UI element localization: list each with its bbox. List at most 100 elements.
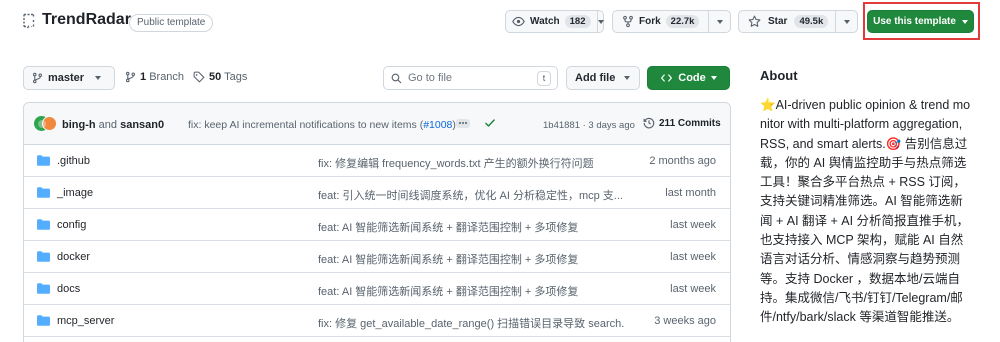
branches-label: Branch (149, 71, 185, 83)
file-commit-time: last week (670, 283, 716, 295)
star-label: Star (768, 16, 788, 27)
watch-button-group: Watch 182 (505, 10, 604, 33)
tag-icon (193, 71, 205, 83)
table-row[interactable]: .github fix: 修复编辑 frequency_words.txt 产生… (24, 145, 730, 177)
branch-name: master (48, 72, 85, 84)
tags-label: Tags (224, 71, 248, 83)
file-commit-time: 2 months ago (649, 155, 716, 167)
file-name[interactable]: config (57, 219, 86, 231)
file-commit-time: last week (670, 251, 716, 263)
commit-message-text: fix: keep AI incremental notifications t… (188, 119, 424, 131)
folder-icon (37, 187, 50, 198)
commit-author-1[interactable]: bing-h (62, 119, 96, 131)
chevron-down-icon (95, 76, 102, 80)
about-heading: About (760, 68, 798, 83)
commit-authors-and: and (98, 119, 118, 131)
file-commit-message[interactable]: fix: 修复 get_available_date_range() 扫描错误目… (318, 315, 624, 331)
file-name[interactable]: .github (57, 155, 90, 167)
check-icon[interactable] (484, 117, 496, 129)
file-commit-time: 3 weeks ago (654, 315, 716, 327)
branches-link[interactable]: 1 Branch (125, 71, 184, 83)
file-commit-message[interactable]: fix: 修复编辑 frequency_words.txt 产生的额外换行符问题 (318, 155, 594, 171)
table-row[interactable]: _image feat: 引入统一时间线调度系统，优化 AI 分析稳定性，mcp… (24, 177, 730, 209)
star-icon (748, 15, 761, 27)
branch-select-button[interactable]: master (23, 66, 115, 90)
star-count: 49.5k (794, 15, 829, 28)
history-icon (643, 117, 655, 129)
fork-icon (623, 15, 633, 28)
folder-icon (37, 155, 50, 166)
branch-icon (125, 71, 136, 83)
file-commit-time: last month (665, 187, 716, 199)
file-name[interactable]: _image (57, 187, 93, 199)
branch-icon (32, 72, 43, 84)
chevron-down-icon (716, 19, 723, 24)
commit-expand-button[interactable] (456, 119, 470, 128)
search-icon (391, 73, 402, 83)
branches-count: 1 (140, 71, 147, 83)
go-to-file-input[interactable]: Go to file t (383, 66, 558, 90)
chevron-down-icon (961, 19, 968, 24)
repo-header: TrendRadar Public template Watch 182 For… (0, 0, 1000, 44)
file-commit-time: last week (670, 219, 716, 231)
table-row[interactable]: docs feat: AI 智能筛选新闻系统 + 翻译范围控制 + 多项修复 l… (24, 273, 730, 305)
chevron-down-icon (710, 76, 717, 80)
eye-icon (512, 16, 525, 27)
commits-count-label: 211 Commits (659, 117, 721, 129)
add-file-label: Add file (575, 72, 616, 84)
repo-template-icon (23, 13, 35, 29)
file-commit-message[interactable]: feat: AI 智能筛选新闻系统 + 翻译范围控制 + 多项修复 (318, 251, 578, 267)
fork-button[interactable]: Fork 22.7k (613, 11, 708, 32)
folder-icon (37, 219, 50, 230)
chevron-down-icon (624, 76, 631, 80)
about-description: ⭐AI-driven public opinion & trend monito… (760, 98, 971, 325)
file-commit-message[interactable]: feat: AI 智能筛选新闻系统 + 翻译范围控制 + 多项修复 (318, 283, 578, 299)
avatar-overlay (38, 120, 46, 128)
commit-pr-link[interactable]: #1008 (423, 119, 452, 131)
fork-button-group: Fork 22.7k (612, 10, 731, 33)
table-row[interactable]: mcp_server fix: 修复 get_available_date_ra… (24, 305, 730, 337)
fork-dropdown[interactable] (708, 11, 730, 32)
latest-commit-bar: bing-h and sansan0 fix: keep AI incremen… (24, 103, 730, 145)
file-commit-message[interactable]: feat: AI 智能筛选新闻系统 + 翻译范围控制 + 多项修复 (318, 219, 578, 235)
commit-avatars[interactable] (34, 116, 58, 134)
folder-icon (37, 251, 50, 262)
star-dropdown[interactable] (835, 11, 857, 32)
use-template-label: Use this template (873, 16, 956, 27)
commit-author-2[interactable]: sansan0 (120, 119, 164, 131)
code-label: Code (678, 72, 706, 84)
star-button[interactable]: Star 49.5k (739, 11, 835, 32)
table-row[interactable]: docker feat: AI 智能筛选新闻系统 + 翻译范围控制 + 多项修复… (24, 241, 730, 273)
tags-count: 50 (209, 71, 222, 83)
repo-name[interactable]: TrendRadar (42, 11, 131, 29)
file-table: bing-h and sansan0 fix: keep AI incremen… (23, 102, 731, 342)
watch-dropdown[interactable] (596, 11, 604, 32)
keyboard-shortcut-badge: t (537, 71, 551, 86)
chevron-down-icon (843, 19, 850, 24)
file-name[interactable]: mcp_server (57, 315, 114, 327)
file-name[interactable]: docker (57, 251, 90, 263)
commit-authors: bing-h and sansan0 (62, 119, 164, 131)
file-name[interactable]: docs (57, 283, 80, 295)
go-to-file-placeholder: Go to file (408, 72, 453, 84)
watch-label: Watch (530, 16, 560, 27)
folder-icon (37, 283, 50, 294)
file-commit-message[interactable]: feat: 引入统一时间线调度系统，优化 AI 分析稳定性，mcp 支... (318, 187, 623, 203)
watch-count: 182 (564, 15, 591, 28)
tags-link[interactable]: 50 Tags (193, 71, 247, 83)
code-button[interactable]: Code (647, 66, 730, 90)
folder-icon (37, 315, 50, 326)
add-file-button[interactable]: Add file (566, 66, 640, 90)
chevron-down-icon (597, 19, 604, 24)
fork-label: Fork (639, 16, 661, 27)
commit-meta[interactable]: 1b41881 · 3 days ago (543, 120, 635, 131)
use-template-button[interactable]: Use this template (867, 10, 974, 33)
code-icon (661, 74, 673, 82)
visibility-badge: Public template (129, 14, 214, 32)
table-row[interactable]: config feat: AI 智能筛选新闻系统 + 翻译范围控制 + 多项修复… (24, 209, 730, 241)
watch-button[interactable]: Watch 182 (506, 11, 597, 32)
commit-message[interactable]: fix: keep AI incremental notifications t… (188, 119, 456, 131)
commits-history-link[interactable]: 211 Commits (643, 117, 721, 129)
fork-count: 22.7k (665, 15, 700, 28)
star-button-group: Star 49.5k (738, 10, 858, 33)
